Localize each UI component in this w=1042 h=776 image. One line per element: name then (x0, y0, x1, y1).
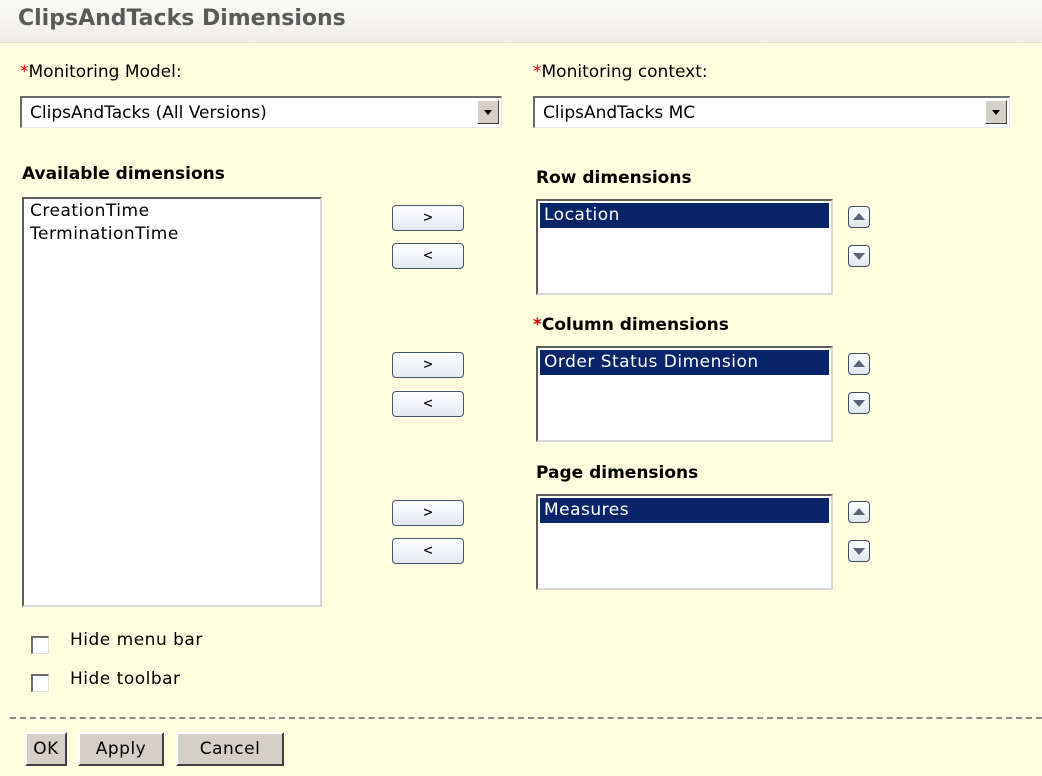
column-dimensions-list[interactable]: Order Status Dimension (536, 346, 833, 442)
title-bar: ClipsAndTacks Dimensions (0, 0, 1042, 43)
monitoring-context-select[interactable]: ClipsAndTacks MC (533, 96, 1010, 128)
row-dimensions-list[interactable]: Location (536, 199, 833, 295)
apply-button[interactable]: Apply (78, 732, 164, 766)
row-move-down-button[interactable] (848, 245, 870, 267)
list-item[interactable]: CreationTime (24, 199, 320, 224)
hide-menu-bar-label: Hide menu bar (70, 630, 203, 650)
cancel-button[interactable]: Cancel (176, 732, 284, 766)
add-to-row-button[interactable]: > (392, 205, 464, 231)
triangle-up-icon (853, 213, 865, 220)
ok-button[interactable]: OK (25, 732, 67, 766)
monitoring-model-label: *Monitoring Model: (20, 62, 182, 82)
row-move-up-button[interactable] (848, 206, 870, 228)
triangle-down-icon (853, 400, 865, 407)
required-marker: * (533, 315, 542, 335)
page-move-up-button[interactable] (848, 501, 870, 523)
remove-from-row-button[interactable]: < (392, 243, 464, 269)
page-title: ClipsAndTacks Dimensions (18, 6, 346, 31)
remove-from-column-button[interactable]: < (392, 391, 464, 417)
column-move-up-button[interactable] (848, 353, 870, 375)
chevron-down-icon[interactable] (985, 100, 1007, 124)
footer-divider (10, 717, 1042, 719)
list-item[interactable]: Location (540, 203, 829, 228)
page-dimensions-label: Page dimensions (536, 463, 699, 483)
monitoring-context-value: ClipsAndTacks MC (543, 103, 696, 123)
list-item[interactable]: TerminationTime (24, 222, 320, 247)
monitoring-model-value: ClipsAndTacks (All Versions) (30, 103, 267, 123)
column-move-down-button[interactable] (848, 392, 870, 414)
triangle-up-icon (853, 508, 865, 515)
required-marker: * (20, 62, 29, 82)
chevron-down-icon[interactable] (477, 100, 499, 124)
triangle-up-icon (853, 360, 865, 367)
add-to-column-button[interactable]: > (392, 352, 464, 378)
remove-from-page-button[interactable]: < (392, 538, 464, 564)
hide-toolbar-checkbox[interactable] (31, 674, 49, 692)
page-move-down-button[interactable] (848, 540, 870, 562)
triangle-down-icon (853, 548, 865, 555)
monitoring-model-select[interactable]: ClipsAndTacks (All Versions) (20, 96, 502, 128)
list-item[interactable]: Order Status Dimension (540, 350, 829, 375)
available-dimensions-label: Available dimensions (22, 164, 225, 184)
column-dimensions-label: *Column dimensions (533, 315, 729, 335)
hide-toolbar-label: Hide toolbar (70, 669, 181, 689)
monitoring-context-label: *Monitoring context: (533, 62, 708, 82)
list-item[interactable]: Measures (540, 498, 829, 523)
triangle-down-icon (853, 253, 865, 260)
row-dimensions-label: Row dimensions (536, 168, 692, 188)
required-marker: * (533, 62, 542, 82)
hide-menu-bar-checkbox[interactable] (31, 636, 49, 654)
page-dimensions-list[interactable]: Measures (536, 494, 833, 590)
add-to-page-button[interactable]: > (392, 500, 464, 526)
available-dimensions-list[interactable]: CreationTime TerminationTime (22, 197, 322, 607)
